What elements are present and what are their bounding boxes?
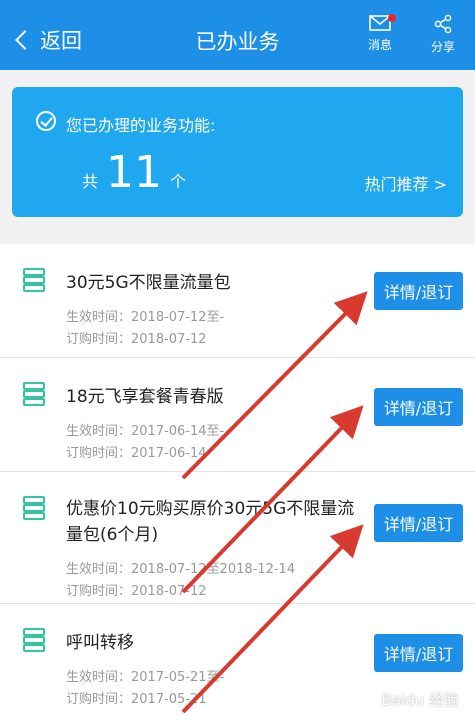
service-name: 18元飞享套餐青春版 [66,387,224,407]
effective-time: 生效时间：2017-06-14至- [66,424,225,439]
effective-time: 生效时间：2018-07-12至2018-12-14 [66,562,296,577]
detail-unsubscribe-button[interactable]: 详情/退订 [374,634,463,672]
layers-icon [20,268,48,294]
list-item: 30元5G不限量流量包 生效时间：2018-07-12至- 订购时间：2018-… [0,244,475,358]
share-button[interactable]: 分享 [421,14,465,55]
count-prefix: 共 [82,172,99,191]
count-suffix: 个 [170,172,187,191]
service-name-line-2: 量包(6个月) [66,525,159,545]
share-label: 分享 [430,40,455,54]
service-name-line-1: 优惠价10元购买原价30元5G不限量流 [66,499,355,519]
message-label: 消息 [367,38,392,52]
summary-card: 您已办理的业务功能: 共 11 个 热门推荐 > [12,87,463,217]
watermark: Baidu 经验 [381,691,459,709]
service-list: 30元5G不限量流量包 生效时间：2018-07-12至- 订购时间：2018-… [0,244,475,716]
summary-title: 您已办理的业务功能: [66,116,216,135]
layers-icon [20,382,48,408]
order-time: 订购时间：2017-06-14 [66,446,207,461]
count-number: 11 [106,147,163,198]
effective-time: 生效时间：2017-05-21至- [66,670,225,685]
top-bar: 返回 已办业务 消息 分享 [0,0,475,70]
detail-unsubscribe-button[interactable]: 详情/退订 [374,388,463,426]
share-icon [434,14,452,34]
list-item: 18元飞享套餐青春版 生效时间：2017-06-14至- 订购时间：2017-0… [0,358,475,472]
service-count: 共 11 个 [82,151,186,195]
effective-time: 生效时间：2018-07-12至- [66,310,225,325]
message-button[interactable]: 消息 [358,14,402,53]
unread-badge [388,14,396,22]
detail-unsubscribe-button[interactable]: 详情/退订 [374,504,463,542]
order-time: 订购时间：2018-07-12 [66,584,207,599]
check-circle-icon [36,111,56,131]
hot-recommend-link[interactable]: 热门推荐 > [365,171,448,195]
detail-unsubscribe-button[interactable]: 详情/退订 [374,272,463,310]
order-time: 订购时间：2018-07-12 [66,332,207,347]
list-item: 优惠价10元购买原价30元5G不限量流 量包(6个月) 生效时间：2018-07… [0,472,475,604]
order-time: 订购时间：2017-05-21 [66,692,207,707]
layers-icon [20,496,48,522]
layers-icon [20,628,48,654]
service-name: 呼叫转移 [66,633,134,653]
service-name: 30元5G不限量流量包 [66,273,231,293]
page-title: 已办业务 [195,30,280,54]
